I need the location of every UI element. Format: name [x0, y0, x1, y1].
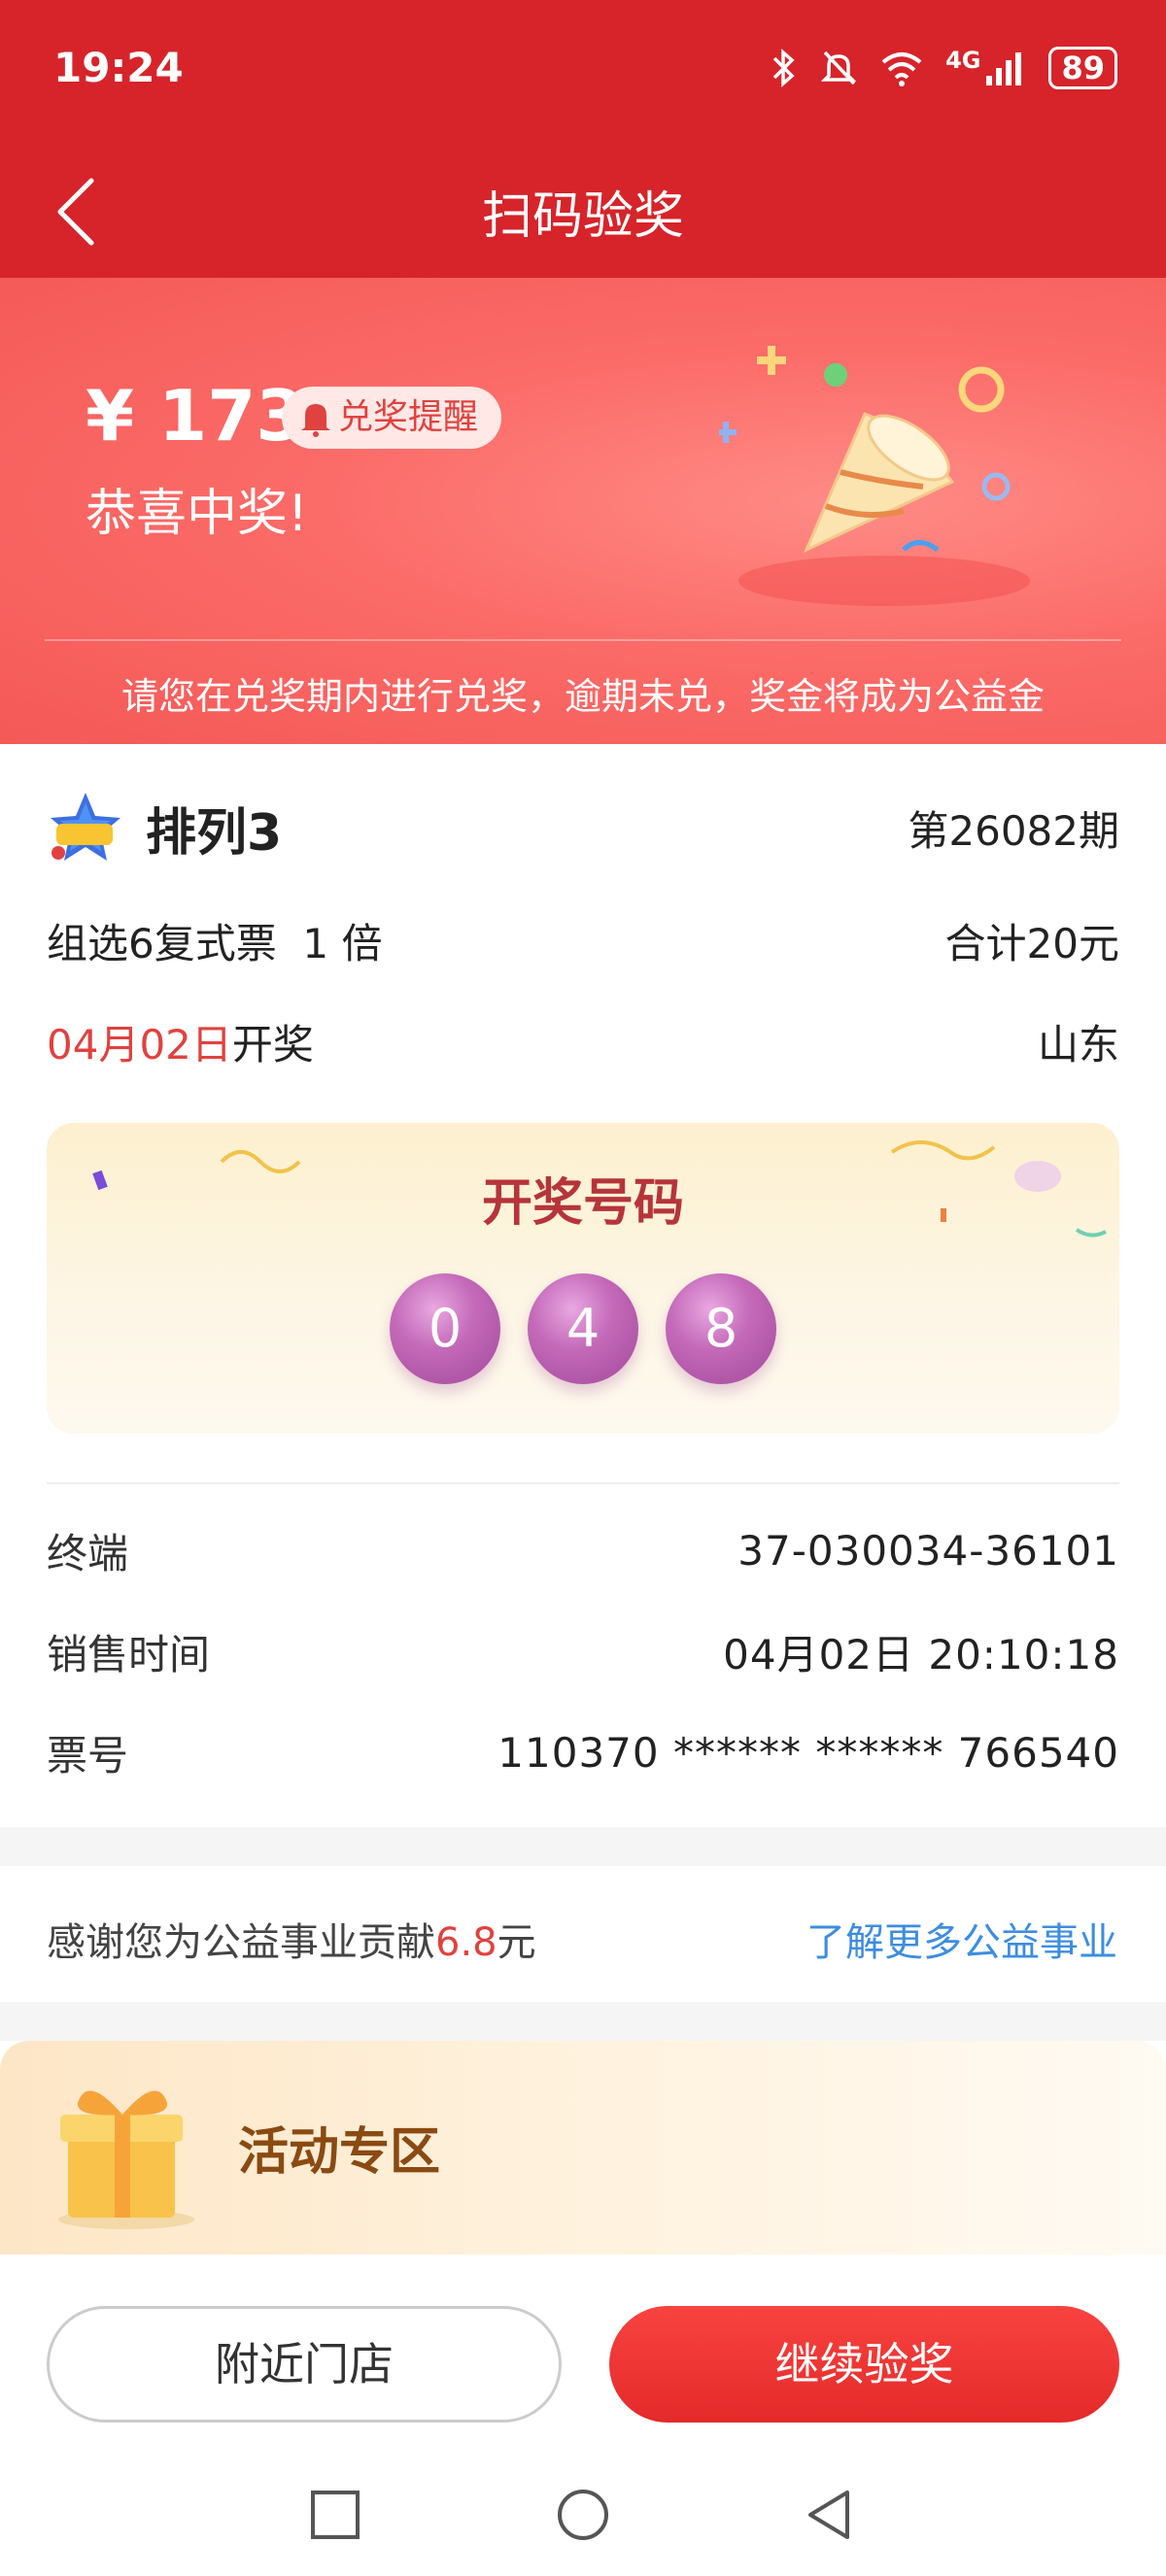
bell-icon [301, 404, 330, 437]
nearby-store-button[interactable]: 附近门店 [47, 2306, 562, 2423]
ball-2: 4 [528, 1273, 638, 1384]
charity-amount: 6.8 [435, 1920, 497, 1965]
draw-date-row: 04月02日开奖 山东 [47, 1012, 1119, 1071]
prize-notice: 请您在兑奖期内进行兑奖，逾期未兑，奖金将成为公益金 [120, 675, 1045, 718]
draw-date: 04月02日 [47, 1021, 232, 1068]
activity-header: 活动专区 [0, 2041, 1166, 2254]
terminal-value: 37-030034-36101 [737, 1527, 1119, 1575]
terminal-label: 终端 [47, 1530, 129, 1577]
card-divider [47, 1482, 1119, 1484]
lottery-title: 排列3 [47, 789, 282, 866]
lottery-row: 排列3 第26082期 [47, 789, 1119, 866]
prize-amount: ¥ 173 [86, 375, 305, 457]
ball-3: 8 [666, 1273, 776, 1384]
charity-text: 感谢您为公益事业贡献6.8元 [47, 1911, 536, 1967]
draw-region: 山东 [1037, 1021, 1119, 1068]
winning-balls: 0 4 8 [47, 1273, 1119, 1384]
activity-title: 活动专区 [238, 2123, 441, 2182]
wifi-icon [881, 52, 922, 86]
ticket-card: 排列3 第26082期 组选6复式票 1 倍 合计20元 04月02日开奖 山东… [0, 744, 1166, 1827]
terminal-row: 终端 37-030034-36101 [47, 1521, 1119, 1580]
play-row: 组选6复式票 1 倍 合计20元 [47, 911, 1119, 970]
sale-time-label: 销售时间 [47, 1631, 211, 1678]
prize-banner: ¥ 173 兑奖提醒 恭喜中奖! 请您在兑奖期内进行兑奖，逾期未兑，奖金将成为公… [0, 278, 1166, 744]
issue-number: 第26082期 [908, 806, 1119, 855]
battery-icon: 89 [1048, 47, 1117, 89]
ball-1: 0 [390, 1273, 500, 1384]
charity-bar: 感谢您为公益事业贡献6.8元 了解更多公益事业 [0, 1866, 1166, 2002]
network-type: 4G [945, 47, 981, 74]
draw-date-text: 04月02日开奖 [47, 1012, 314, 1071]
party-popper-icon [719, 346, 1030, 606]
ticket-total: 合计20元 [944, 920, 1119, 967]
charity-learn-more-link[interactable]: 了解更多公益事业 [806, 1911, 1117, 1967]
bluetooth-icon [772, 49, 795, 87]
page-header: 扫码验奖 [0, 146, 1166, 278]
sale-time-row: 销售时间 04月02日 20:10:18 [47, 1622, 1119, 1681]
play-type: 组选6复式票 1 倍 [47, 920, 383, 967]
mute-icon [820, 51, 857, 85]
prize-remind-label: 兑奖提醒 [338, 397, 479, 437]
ticket-number-label: 票号 [47, 1732, 129, 1779]
lottery-name: 排列3 [146, 803, 283, 863]
back-triangle-icon[interactable] [797, 2481, 865, 2549]
status-bar: 19:24 4G 89 [0, 0, 1166, 146]
status-time: 19:24 [53, 44, 184, 91]
charity-suffix: 元 [497, 1920, 536, 1965]
draw-suffix: 开奖 [231, 1021, 314, 1068]
status-icons: 4G 89 [769, 47, 1117, 89]
top-bar: 19:24 4G 89 扫码验奖 [0, 0, 1166, 278]
congrats-text: 恭喜中奖! [86, 485, 308, 543]
signal-icon [986, 52, 1022, 85]
sale-time-value: 04月02日 20:10:18 [723, 1631, 1119, 1678]
draw-title: 开奖号码 [481, 1174, 684, 1233]
winning-numbers-box: 开奖号码 0 4 8 [47, 1123, 1119, 1434]
banner-divider [45, 639, 1121, 641]
system-nav-bar [0, 2457, 1166, 2576]
page-title: 扫码验奖 [481, 187, 684, 246]
prize-remind-button[interactable]: 兑奖提醒 [282, 387, 502, 449]
lottery-logo-icon [51, 793, 120, 861]
home-circle-icon[interactable] [549, 2481, 617, 2549]
continue-verify-button[interactable]: 继续验奖 [609, 2306, 1119, 2423]
recents-square-icon[interactable] [301, 2481, 369, 2549]
ticket-number-row: 票号 110370 ****** ****** 766540 [47, 1723, 1119, 1782]
gift-box-icon [58, 2090, 194, 2229]
charity-prefix: 感谢您为公益事业贡献 [47, 1920, 435, 1965]
ticket-number-value: 110370 ****** ****** 766540 [497, 1729, 1119, 1777]
